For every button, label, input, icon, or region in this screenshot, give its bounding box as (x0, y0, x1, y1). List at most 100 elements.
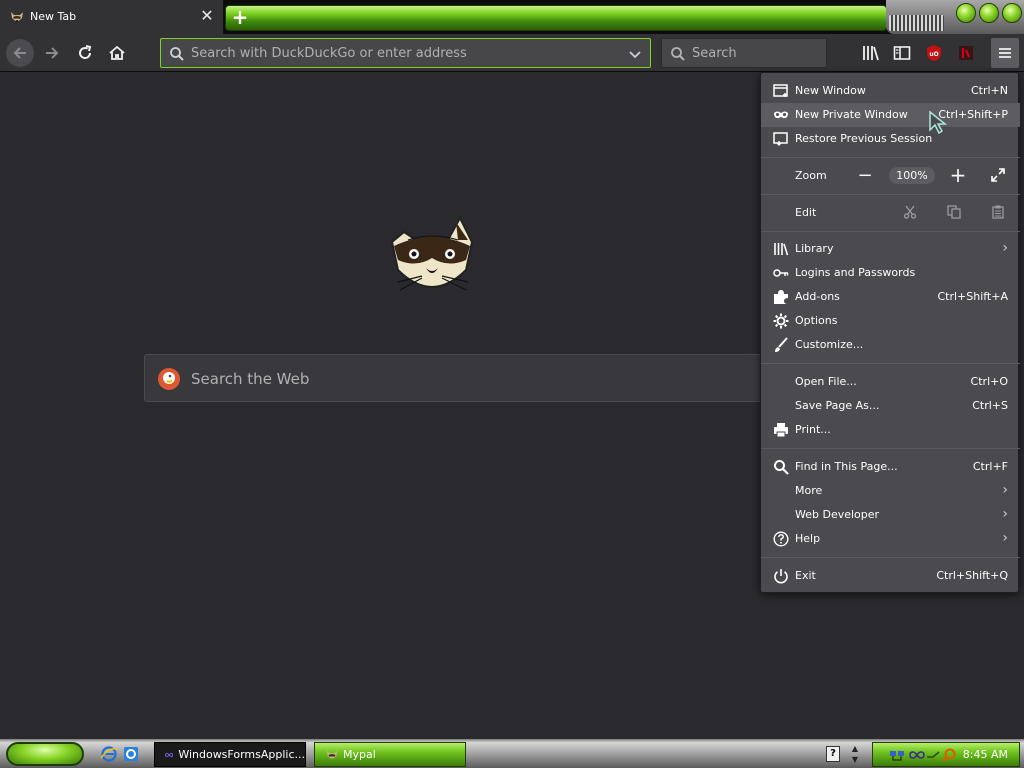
menu-item-save-page[interactable]: Save Page As... Ctrl+S (761, 394, 1020, 418)
library-button[interactable] (861, 43, 881, 63)
navigation-toolbar: uO (0, 34, 1024, 72)
menu-item-label: Restore Previous Session (795, 132, 933, 145)
help-tray-button[interactable]: ? (826, 746, 840, 762)
menu-item-library[interactable]: Library › (761, 237, 1020, 261)
tab-new-tab[interactable]: New Tab ✕ (0, 0, 224, 34)
tab-bar-fill (225, 5, 887, 31)
url-bar[interactable] (160, 38, 651, 68)
menu-item-help[interactable]: Help › (761, 527, 1020, 551)
tray-scroll-arrows[interactable]: ▲ ▼ (850, 743, 860, 765)
magnifier-icon (170, 47, 184, 61)
edit-label: Edit (795, 206, 817, 219)
search-bar[interactable] (661, 38, 827, 68)
menu-item-shortcut: Ctrl+Shift+P (938, 108, 1008, 121)
zoom-reset-button[interactable]: 100% (889, 167, 935, 184)
new-tab-button[interactable]: + (228, 6, 252, 28)
zoom-in-button[interactable]: + (944, 163, 972, 187)
tab-title: New Tab (30, 10, 77, 23)
menu-item-label: Print... (795, 423, 831, 436)
chevron-right-icon: › (1002, 530, 1008, 546)
gear-icon (772, 313, 789, 329)
internet-explorer-icon[interactable] (100, 745, 118, 763)
copy-icon (947, 205, 961, 219)
start-button[interactable] (6, 742, 84, 766)
clipboard-icon (992, 205, 1004, 219)
arrow-left-icon (13, 47, 26, 59)
home-button[interactable] (103, 39, 131, 67)
menu-item-label: Help (795, 532, 821, 545)
chevron-right-icon: › (1002, 506, 1008, 522)
menu-item-more[interactable]: More › (761, 479, 1020, 503)
power-icon (772, 568, 789, 584)
menu-item-print[interactable]: Print... (761, 418, 1020, 442)
menu-item-logins[interactable]: Logins and Passwords (761, 261, 1020, 285)
menu-item-customize[interactable]: Customize... (761, 333, 1020, 357)
paste-button[interactable] (987, 201, 1009, 223)
search-tray-icon[interactable] (941, 747, 957, 763)
drag-grip[interactable] (889, 15, 944, 31)
paintbrush-icon (772, 337, 789, 353)
network-icon[interactable] (889, 748, 905, 762)
menu-separator (761, 363, 1020, 364)
restore-session-icon (772, 131, 789, 147)
menu-item-label: Open File... (795, 375, 857, 388)
ublock-origin-button[interactable]: uO (924, 43, 944, 63)
fullscreen-icon (991, 168, 1005, 182)
reload-button[interactable] (71, 39, 99, 67)
menu-item-exit[interactable]: Exit Ctrl+Shift+Q (761, 564, 1020, 588)
infinity-icon (165, 752, 174, 757)
menu-item-new-window[interactable]: New Window Ctrl+N (761, 79, 1020, 103)
copy-button[interactable] (943, 201, 965, 223)
printer-icon (772, 422, 789, 438)
tab-strip: New Tab ✕ + (0, 0, 1024, 34)
menu-separator (761, 557, 1020, 558)
scissors-icon (903, 205, 917, 219)
menu-item-options[interactable]: Options (761, 309, 1020, 333)
infinity-tray-icon[interactable] (909, 748, 925, 762)
library-icon (772, 241, 789, 257)
back-button[interactable] (6, 39, 34, 67)
taskbar-button-mypal[interactable]: Mypal (314, 742, 466, 767)
sidebar-button[interactable] (892, 43, 912, 63)
menu-item-web-developer[interactable]: Web Developer › (761, 503, 1020, 527)
menu-item-addons[interactable]: Add-ons Ctrl+Shift+A (761, 285, 1020, 309)
forward-button[interactable] (38, 39, 66, 67)
hamburger-icon (999, 48, 1011, 58)
desktop-shortcut-icon[interactable] (122, 745, 140, 763)
taskbar-button-label: WindowsFormsApplic... (178, 748, 305, 761)
search-input[interactable] (692, 39, 822, 67)
menu-item-open-file[interactable]: Open File... Ctrl+O (761, 370, 1020, 394)
arrow-right-icon (46, 47, 59, 59)
ublock-origin-icon: uO (927, 45, 941, 61)
close-window-button[interactable] (1002, 3, 1022, 23)
menu-item-label: Library (795, 242, 834, 255)
menu-item-label: Exit (795, 569, 816, 582)
menu-item-find[interactable]: Find in This Page... Ctrl+F (761, 455, 1020, 479)
web-search-box[interactable]: Search the Web (144, 354, 764, 402)
volume-icon[interactable] (925, 748, 941, 762)
minimize-button[interactable] (956, 3, 976, 23)
lastpass-icon (959, 46, 973, 60)
open-menu-button[interactable] (991, 38, 1019, 68)
menu-item-shortcut: Ctrl+F (972, 460, 1008, 473)
menu-item-label: Options (795, 314, 838, 327)
url-input[interactable] (191, 39, 621, 67)
raccoon-icon (326, 750, 338, 758)
reload-icon (79, 45, 92, 59)
chevron-down-icon[interactable] (627, 47, 643, 63)
menu-item-restore-session[interactable]: Restore Previous Session (761, 127, 1020, 151)
zoom-out-button[interactable]: − (851, 165, 879, 186)
menu-item-shortcut: Ctrl+S (972, 399, 1008, 412)
maximize-button[interactable] (979, 3, 999, 23)
close-tab-button[interactable]: ✕ (199, 7, 215, 25)
menu-item-label: Add-ons (795, 290, 840, 303)
menu-item-new-private-window[interactable]: New Private Window Ctrl+Shift+P (761, 103, 1020, 127)
clock[interactable]: 8:45 AM (963, 748, 1008, 761)
raccoon-icon (11, 12, 23, 22)
search-icon (671, 47, 685, 61)
lastpass-button[interactable] (956, 43, 976, 63)
fullscreen-button[interactable] (984, 165, 1012, 185)
duckduckgo-icon (158, 368, 180, 390)
cut-button[interactable] (899, 201, 921, 223)
taskbar-button-windowsforms[interactable]: WindowsFormsApplic... (154, 742, 306, 767)
